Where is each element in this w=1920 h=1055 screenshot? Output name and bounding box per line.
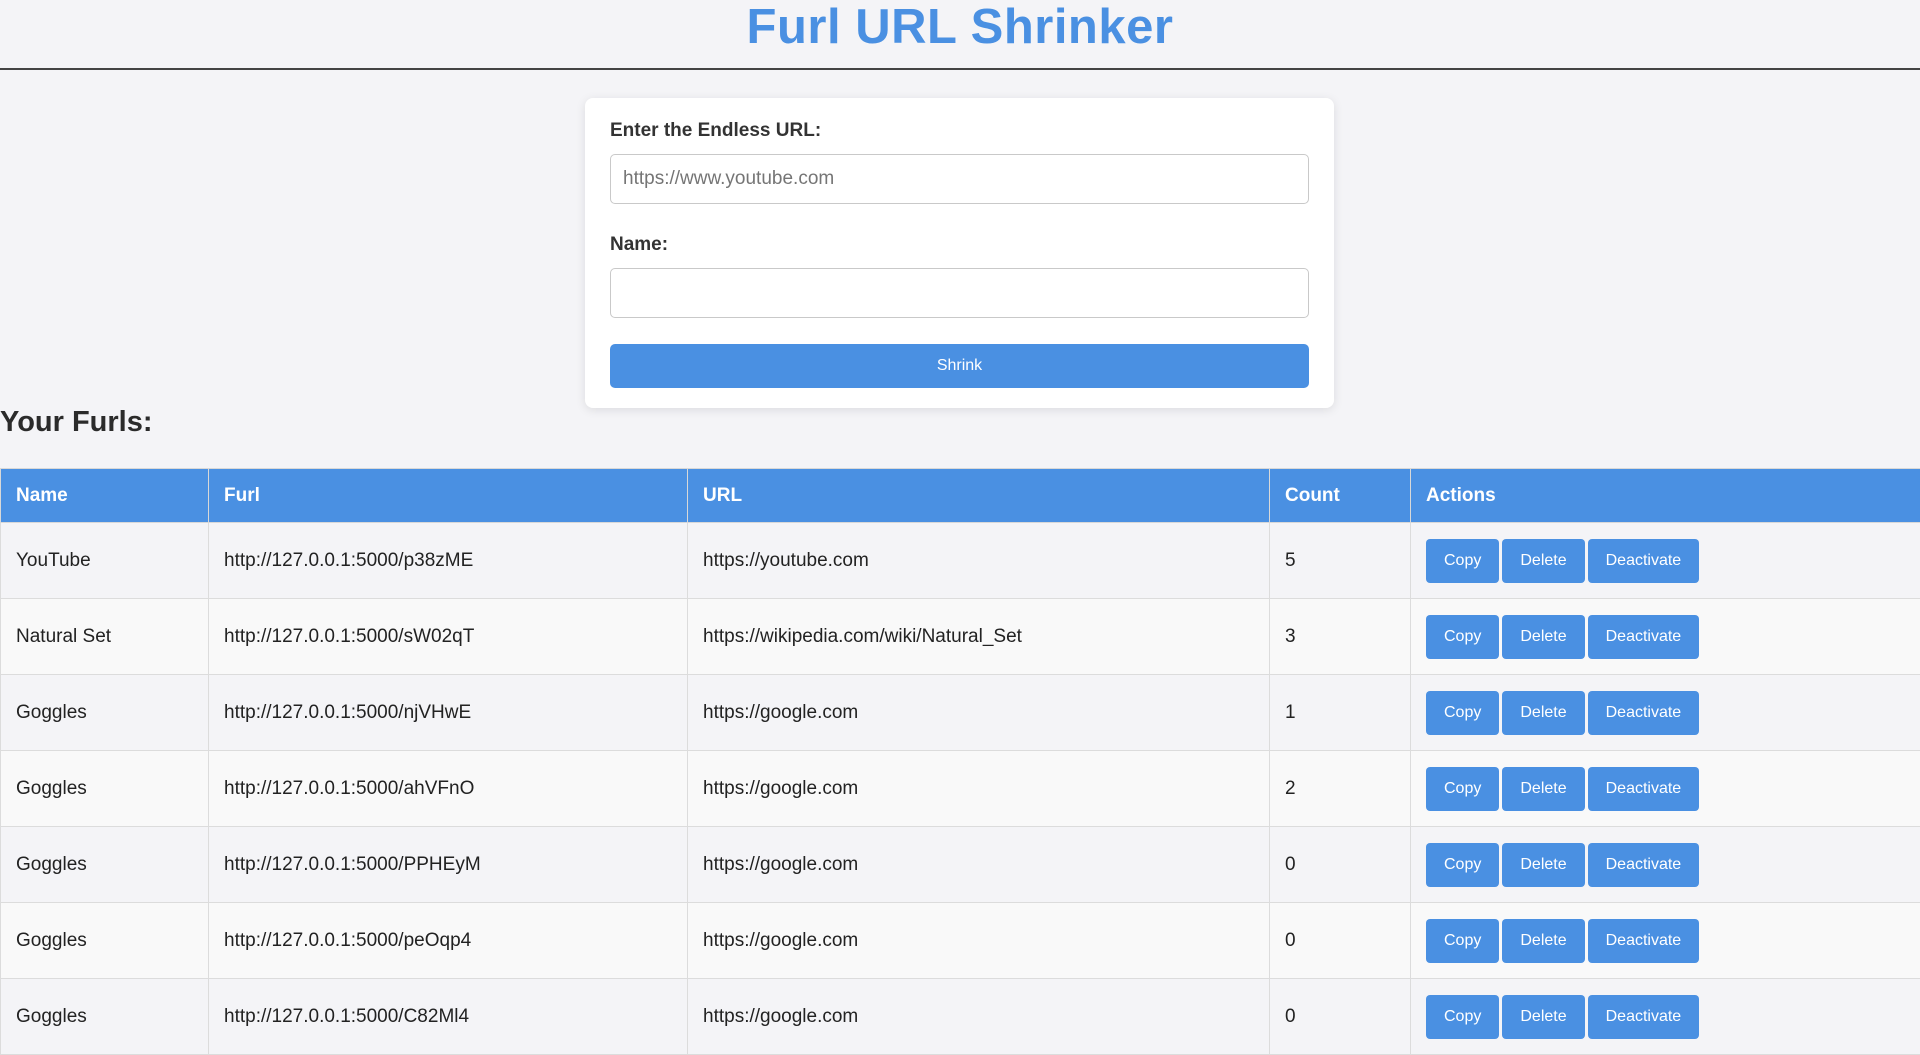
furls-table-body: YouTube http://127.0.0.1:5000/p38zME htt…	[0, 522, 1920, 1055]
page-title: Furl URL Shrinker	[746, 0, 1174, 54]
row-furl: http://127.0.0.1:5000/ahVFnO	[208, 750, 688, 827]
page-header: Furl URL Shrinker	[0, 0, 1920, 70]
row-count: 5	[1269, 522, 1411, 599]
row-count: 0	[1269, 902, 1411, 979]
row-furl: http://127.0.0.1:5000/peOqp4	[208, 902, 688, 979]
row-name: Goggles	[0, 674, 209, 751]
shrink-form: Enter the Endless URL: Name: Shrink	[585, 98, 1334, 408]
row-count: 0	[1269, 826, 1411, 903]
row-count: 1	[1269, 674, 1411, 751]
row-furl: http://127.0.0.1:5000/njVHwE	[208, 674, 688, 751]
row-name: Goggles	[0, 826, 209, 903]
column-header-url: URL	[687, 468, 1270, 523]
row-url: https://google.com	[687, 902, 1270, 979]
table-row: Goggles http://127.0.0.1:5000/ahVFnO htt…	[0, 750, 1920, 827]
row-furl: http://127.0.0.1:5000/sW02qT	[208, 598, 688, 675]
deactivate-button[interactable]: Deactivate	[1587, 766, 1700, 811]
furls-heading: Your Furls:	[0, 406, 153, 438]
table-row: Natural Set http://127.0.0.1:5000/sW02qT…	[0, 598, 1920, 675]
shrink-button[interactable]: Shrink	[610, 344, 1309, 388]
delete-button[interactable]: Delete	[1502, 766, 1585, 811]
table-row: Goggles http://127.0.0.1:5000/PPHEyM htt…	[0, 826, 1920, 903]
delete-button[interactable]: Delete	[1502, 538, 1585, 583]
column-header-count: Count	[1269, 468, 1411, 523]
row-name: Goggles	[0, 902, 209, 979]
table-row: YouTube http://127.0.0.1:5000/p38zME htt…	[0, 522, 1920, 599]
row-name: YouTube	[0, 522, 209, 599]
deactivate-button[interactable]: Deactivate	[1587, 538, 1700, 583]
row-actions: Copy Delete Deactivate	[1410, 978, 1920, 1055]
row-count: 2	[1269, 750, 1411, 827]
table-header-row: Name Furl URL Count Actions	[0, 468, 1920, 523]
row-furl: http://127.0.0.1:5000/PPHEyM	[208, 826, 688, 903]
deactivate-button[interactable]: Deactivate	[1587, 842, 1700, 887]
name-input[interactable]	[610, 268, 1309, 318]
column-header-name: Name	[0, 468, 209, 523]
row-name: Goggles	[0, 978, 209, 1055]
row-url: https://youtube.com	[687, 522, 1270, 599]
row-actions: Copy Delete Deactivate	[1410, 522, 1920, 599]
row-url: https://google.com	[687, 674, 1270, 751]
copy-button[interactable]: Copy	[1426, 918, 1500, 963]
row-count: 3	[1269, 598, 1411, 675]
delete-button[interactable]: Delete	[1502, 994, 1585, 1039]
column-header-actions: Actions	[1410, 468, 1920, 523]
deactivate-button[interactable]: Deactivate	[1587, 918, 1700, 963]
row-url: https://google.com	[687, 750, 1270, 827]
deactivate-button[interactable]: Deactivate	[1587, 994, 1700, 1039]
row-actions: Copy Delete Deactivate	[1410, 750, 1920, 827]
copy-button[interactable]: Copy	[1426, 614, 1500, 659]
row-name: Natural Set	[0, 598, 209, 675]
table-row: Goggles http://127.0.0.1:5000/njVHwE htt…	[0, 674, 1920, 751]
copy-button[interactable]: Copy	[1426, 538, 1500, 583]
row-url: https://wikipedia.com/wiki/Natural_Set	[687, 598, 1270, 675]
url-input[interactable]	[610, 154, 1309, 204]
row-count: 0	[1269, 978, 1411, 1055]
row-name: Goggles	[0, 750, 209, 827]
page: Furl URL Shrinker Enter the Endless URL:…	[0, 0, 1920, 1055]
deactivate-button[interactable]: Deactivate	[1587, 690, 1700, 735]
row-actions: Copy Delete Deactivate	[1410, 674, 1920, 751]
copy-button[interactable]: Copy	[1426, 994, 1500, 1039]
table-row: Goggles http://127.0.0.1:5000/C82Ml4 htt…	[0, 978, 1920, 1055]
row-actions: Copy Delete Deactivate	[1410, 598, 1920, 675]
column-header-furl: Furl	[208, 468, 688, 523]
delete-button[interactable]: Delete	[1502, 614, 1585, 659]
copy-button[interactable]: Copy	[1426, 766, 1500, 811]
delete-button[interactable]: Delete	[1502, 918, 1585, 963]
row-url: https://google.com	[687, 826, 1270, 903]
delete-button[interactable]: Delete	[1502, 690, 1585, 735]
row-furl: http://127.0.0.1:5000/p38zME	[208, 522, 688, 599]
name-label: Name:	[610, 234, 669, 255]
row-actions: Copy Delete Deactivate	[1410, 902, 1920, 979]
delete-button[interactable]: Delete	[1502, 842, 1585, 887]
row-actions: Copy Delete Deactivate	[1410, 826, 1920, 903]
row-furl: http://127.0.0.1:5000/C82Ml4	[208, 978, 688, 1055]
table-row: Goggles http://127.0.0.1:5000/peOqp4 htt…	[0, 902, 1920, 979]
deactivate-button[interactable]: Deactivate	[1587, 614, 1700, 659]
furls-table: Name Furl URL Count Actions YouTube http…	[0, 468, 1920, 1055]
copy-button[interactable]: Copy	[1426, 690, 1500, 735]
url-label: Enter the Endless URL:	[610, 120, 822, 141]
row-url: https://google.com	[687, 978, 1270, 1055]
copy-button[interactable]: Copy	[1426, 842, 1500, 887]
